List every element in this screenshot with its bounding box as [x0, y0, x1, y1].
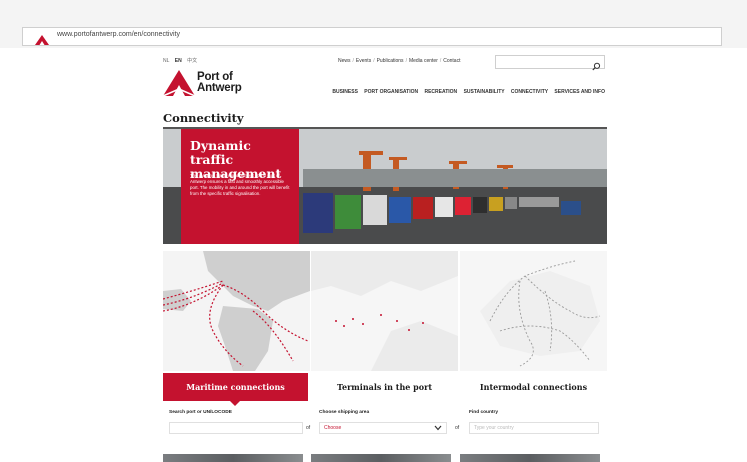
- top-link-separator: /: [352, 58, 354, 64]
- tab-maritime-connections[interactable]: Maritime connections: [163, 373, 308, 401]
- shipping-area-label: Choose shipping area: [319, 410, 370, 415]
- maritime-map[interactable]: [163, 251, 310, 371]
- hero-slider[interactable]: Dynamic traffic management The dynamic t…: [163, 129, 607, 244]
- top-link-contact[interactable]: Contact: [443, 58, 460, 64]
- nav-business[interactable]: BUSINESS: [332, 89, 358, 95]
- thumbnail-image[interactable]: [311, 454, 451, 462]
- top-link-events[interactable]: Events: [356, 58, 371, 64]
- thumbnail-image[interactable]: [163, 454, 303, 462]
- top-link-media-center[interactable]: Media center: [409, 58, 438, 64]
- tab-terminals-in-the-port[interactable]: Terminals in the port: [312, 373, 457, 401]
- site-container: NL EN 中文 News / Events / Publications / Media …: [163, 48, 607, 462]
- address-bar[interactable]: www.portofantwerp.com/en/connectivity: [22, 27, 722, 46]
- lang-en[interactable]: EN: [175, 58, 182, 64]
- country-label: Find country: [469, 410, 499, 415]
- lang-zh[interactable]: 中文: [187, 58, 197, 64]
- country-placeholder: Type your country: [474, 425, 514, 431]
- top-navigation: News / Events / Publications / Media center / Co…: [338, 58, 460, 64]
- chevron-down-icon: [434, 423, 442, 437]
- top-link-separator: /: [405, 58, 407, 64]
- browser-toolbar: www.portofantwerp.com/en/connectivity: [0, 0, 747, 49]
- main-navigation: BUSINESS PORT ORGANISATION RECREATION SU…: [327, 89, 605, 95]
- top-link-separator: /: [373, 58, 375, 64]
- hero-description: The dynamic traffic management at the po…: [190, 173, 290, 196]
- top-link-news[interactable]: News: [338, 58, 351, 64]
- or-label: of: [455, 425, 460, 431]
- country-input[interactable]: Type your country: [469, 422, 599, 434]
- connection-tabs: Maritime connections Terminals in the po…: [163, 373, 607, 406]
- port-search-input[interactable]: [169, 422, 303, 434]
- nav-services-and-info[interactable]: SERVICES AND INFO: [554, 89, 605, 95]
- hero-slide-indicators: [190, 233, 260, 244]
- tab-intermodal-connections[interactable]: Intermodal connections: [461, 373, 606, 401]
- nav-port-organisation[interactable]: PORT ORGANISATION: [364, 89, 418, 95]
- active-tab-pointer: [230, 401, 240, 406]
- site-search-input[interactable]: [495, 55, 605, 71]
- logo-mark-icon: [163, 70, 195, 96]
- logo-text: Port of Antwerp: [197, 71, 242, 94]
- connection-maps: [163, 251, 607, 371]
- web-page: NL EN 中文 News / Events / Publications / Media …: [0, 48, 747, 462]
- nav-recreation[interactable]: RECREATION: [424, 89, 457, 95]
- top-link-publications[interactable]: Publications: [377, 58, 404, 64]
- hero-caption-card: Dynamic traffic management The dynamic t…: [181, 129, 299, 244]
- or-label: of: [306, 425, 311, 431]
- nav-connectivity[interactable]: CONNECTIVITY: [511, 89, 548, 95]
- top-link-separator: /: [439, 58, 442, 64]
- page-title: Connectivity: [163, 111, 244, 125]
- shipping-area-select[interactable]: Choose: [319, 422, 447, 434]
- lang-nl[interactable]: NL: [163, 58, 169, 64]
- url-text: www.portofantwerp.com/en/connectivity: [57, 31, 180, 38]
- thumbnail-image[interactable]: [460, 454, 600, 462]
- intermodal-map[interactable]: [460, 251, 607, 371]
- terminals-map[interactable]: [311, 251, 458, 371]
- nav-sustainability[interactable]: SUSTAINABILITY: [464, 89, 505, 95]
- shipping-area-value: Choose: [324, 425, 342, 431]
- logo-text-line2: Antwerp: [197, 82, 242, 94]
- language-switcher: NL EN 中文: [163, 57, 201, 64]
- bottom-thumbnails: [163, 454, 607, 462]
- port-search-label: Search port or UN/LOCODE: [169, 410, 232, 415]
- search-icon[interactable]: [592, 58, 601, 76]
